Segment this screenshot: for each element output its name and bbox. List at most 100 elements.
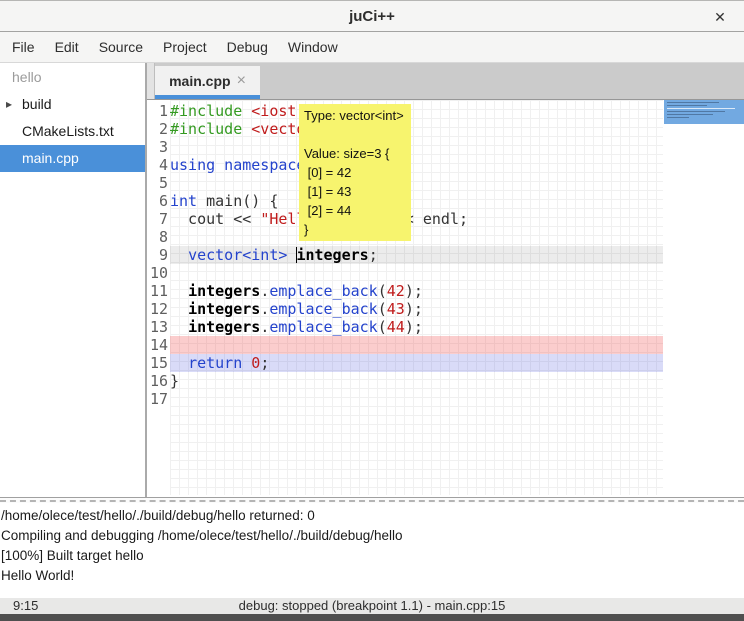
code-token: . bbox=[260, 318, 269, 336]
code-token: emplace_back bbox=[269, 282, 377, 300]
line-number[interactable]: 14 bbox=[147, 336, 168, 354]
code-token: ); bbox=[405, 282, 423, 300]
line-number[interactable]: 1 bbox=[147, 102, 168, 120]
code-token: . bbox=[260, 300, 269, 318]
code-token: ); bbox=[405, 318, 423, 336]
main-area: hello ▸buildCMakeLists.txtmain.cpp main.… bbox=[0, 63, 744, 497]
code-token bbox=[170, 318, 188, 336]
line-number[interactable]: 5 bbox=[147, 174, 168, 192]
line-number[interactable]: 17 bbox=[147, 390, 168, 408]
editor-column: main.cpp × 1234567891011121314151617 #in… bbox=[147, 63, 744, 497]
menu-item-debug[interactable]: Debug bbox=[217, 34, 278, 60]
code-token: } bbox=[170, 372, 179, 390]
line-number[interactable]: 15 bbox=[147, 354, 168, 372]
code-editor[interactable]: 1234567891011121314151617 #include <iost… bbox=[147, 100, 744, 497]
minimap-line bbox=[667, 108, 735, 109]
code-token: emplace_back bbox=[269, 300, 377, 318]
overview-minimap[interactable] bbox=[663, 100, 744, 497]
minimap-line bbox=[667, 117, 689, 118]
file-browser-panel: hello ▸buildCMakeLists.txtmain.cpp bbox=[0, 63, 147, 497]
console-line: /home/olece/test/hello/./build/debug/hel… bbox=[1, 506, 741, 526]
code-token: vector<int> bbox=[188, 246, 287, 264]
code-token: #include bbox=[170, 120, 251, 138]
minimap-line bbox=[667, 105, 707, 106]
code-token: emplace_back bbox=[269, 318, 377, 336]
console-output[interactable]: /home/olece/test/hello/./build/debug/hel… bbox=[0, 503, 744, 598]
code-token: ); bbox=[405, 300, 423, 318]
code-line-9[interactable]: vector<int> integers; bbox=[170, 246, 378, 264]
tooltip-line: [1] = 43 bbox=[304, 182, 406, 201]
text-cursor bbox=[296, 247, 297, 263]
window-title: juCi++ bbox=[349, 8, 395, 25]
expander-triangle-icon[interactable]: ▸ bbox=[6, 91, 12, 118]
tab-bar: main.cpp × bbox=[147, 63, 744, 100]
splitter-handle bbox=[0, 500, 744, 502]
code-token: 42 bbox=[387, 282, 405, 300]
status-bar: 9:15 debug: stopped (breakpoint 1.1) - m… bbox=[0, 598, 744, 614]
tree-item-label: CMakeLists.txt bbox=[22, 118, 114, 145]
code-token: using namespace bbox=[170, 156, 305, 174]
tooltip-line: } bbox=[304, 220, 406, 239]
code-line-13[interactable]: integers.emplace_back(44); bbox=[170, 318, 423, 336]
tooltip-line: Type: vector<int> bbox=[304, 106, 406, 125]
line-number[interactable]: 6 bbox=[147, 192, 168, 210]
tree-item-build[interactable]: ▸build bbox=[0, 91, 145, 118]
minimap-viewport[interactable] bbox=[664, 100, 744, 124]
line-number[interactable]: 4 bbox=[147, 156, 168, 174]
code-token: 0 bbox=[251, 354, 260, 372]
code-token: ( bbox=[378, 318, 387, 336]
menu-bar: FileEditSourceProjectDebugWindow bbox=[0, 32, 744, 63]
line-number[interactable]: 10 bbox=[147, 264, 168, 282]
line-number[interactable]: 13 bbox=[147, 318, 168, 336]
code-token: 43 bbox=[387, 300, 405, 318]
menu-item-source[interactable]: Source bbox=[89, 34, 153, 60]
line-number[interactable]: 16 bbox=[147, 372, 168, 390]
code-token bbox=[170, 282, 188, 300]
tooltip-line: [2] = 44 bbox=[304, 201, 406, 220]
code-token: integers bbox=[188, 282, 260, 300]
code-token: ; bbox=[369, 246, 378, 264]
menu-item-edit[interactable]: Edit bbox=[45, 34, 89, 60]
code-token: main() { bbox=[197, 192, 278, 210]
tree-item-cmakelists-txt[interactable]: CMakeLists.txt bbox=[0, 118, 145, 145]
line-number[interactable]: 11 bbox=[147, 282, 168, 300]
code-line-15[interactable]: return 0; bbox=[170, 354, 269, 372]
code-token: ; bbox=[260, 354, 269, 372]
code-line-6[interactable]: int main() { bbox=[170, 192, 278, 210]
line-number[interactable]: 2 bbox=[147, 120, 168, 138]
code-line-16[interactable]: } bbox=[170, 372, 179, 390]
line-number[interactable]: 12 bbox=[147, 300, 168, 318]
code-token bbox=[170, 354, 188, 372]
debug-status-message: debug: stopped (breakpoint 1.1) - main.c… bbox=[0, 598, 744, 614]
title-bar: juCi++ ✕ bbox=[0, 1, 744, 32]
code-token: integers bbox=[188, 318, 260, 336]
code-token: return bbox=[188, 354, 242, 372]
tab-bar-edge bbox=[147, 63, 155, 99]
code-token: int bbox=[170, 192, 197, 210]
code-line-12[interactable]: integers.emplace_back(43); bbox=[170, 300, 423, 318]
menu-item-project[interactable]: Project bbox=[153, 34, 217, 60]
tooltip-line: Value: size=3 { bbox=[304, 144, 406, 163]
menu-item-file[interactable]: File bbox=[2, 34, 45, 60]
console-line: Hello World! bbox=[1, 566, 741, 586]
code-line-11[interactable]: integers.emplace_back(42); bbox=[170, 282, 423, 300]
line-number[interactable]: 3 bbox=[147, 138, 168, 156]
line-number[interactable]: 7 bbox=[147, 210, 168, 228]
menu-item-window[interactable]: Window bbox=[278, 34, 348, 60]
code-token bbox=[170, 300, 188, 318]
code-token: ( bbox=[378, 282, 387, 300]
minimap-line bbox=[667, 114, 713, 115]
tooltip-line: [0] = 42 bbox=[304, 163, 406, 182]
code-token bbox=[170, 246, 188, 264]
code-token: integers bbox=[296, 246, 368, 264]
tooltip-line bbox=[304, 125, 406, 144]
tree-item-main-cpp[interactable]: main.cpp bbox=[0, 145, 145, 172]
tab-main-cpp[interactable]: main.cpp × bbox=[155, 66, 260, 99]
line-number[interactable]: 8 bbox=[147, 228, 168, 246]
tab-close-icon[interactable]: × bbox=[237, 74, 246, 88]
line-number-gutter[interactable]: 1234567891011121314151617 bbox=[147, 102, 168, 408]
line-number[interactable]: 9 bbox=[147, 246, 168, 264]
close-icon[interactable]: ✕ bbox=[710, 7, 730, 27]
breakpoint-line-highlight bbox=[170, 336, 663, 354]
code-token: integers bbox=[188, 300, 260, 318]
